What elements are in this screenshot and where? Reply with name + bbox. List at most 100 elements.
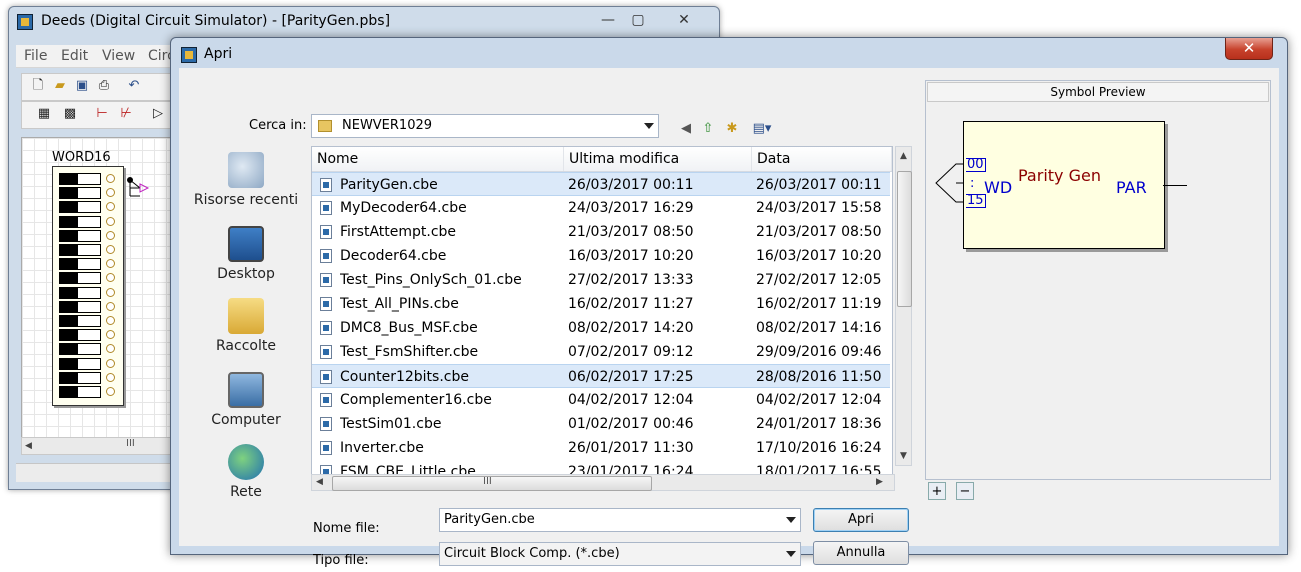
look-in-combo[interactable]: NEWVER1029 [311,114,659,138]
main-close-button[interactable]: ✕ [669,9,699,31]
bit-switch[interactable] [59,258,119,271]
back-icon[interactable]: ◀ [677,120,695,138]
maximize-button[interactable]: ▢ [623,9,653,31]
file-row[interactable]: Test_Pins_OnlySch_01.cbe 27/02/2017 13:33… [312,268,890,292]
up-folder-icon[interactable]: ⇧ [699,120,717,138]
scroll-left-arrow-icon[interactable]: ◀ [316,477,323,487]
bit-toggle[interactable] [59,329,101,342]
bit-switch[interactable] [59,371,119,384]
bit-switch[interactable] [59,329,119,342]
bit-switch[interactable] [59,315,119,327]
menu-edit[interactable]: Edit [61,48,88,64]
bit-toggle[interactable] [59,371,101,384]
file-row[interactable]: Inverter.cbe 26/01/2017 11:30 17/10/2016 1… [312,436,890,460]
wire-icon[interactable]: ⊢ [94,106,110,122]
column-date[interactable]: Data [752,147,892,171]
print-icon[interactable]: ⎙ [96,78,112,94]
bit-toggle[interactable] [59,315,101,327]
bit-toggle[interactable] [59,357,101,370]
main-horizontal-scrollbar[interactable]: ◀ III [21,437,183,455]
place-computer[interactable]: Computer [187,372,305,428]
bit-toggle[interactable] [59,343,101,356]
view-menu-icon[interactable]: ▤▾ [747,120,777,138]
file-list[interactable]: Nome Ultima modifica Data ParityGen.cbe 2… [311,146,893,484]
file-row[interactable]: TestSim01.cbe 01/02/2017 00:46 24/01/2017 … [312,412,890,436]
scroll-up-arrow-icon[interactable]: ▲ [900,151,907,161]
bit-toggle[interactable] [59,272,101,285]
bit-toggle[interactable] [59,300,101,313]
cancel-button[interactable]: Annulla [813,541,909,565]
save-icon[interactable]: ▣ [74,78,90,94]
bit-switch[interactable] [59,357,119,370]
bit-switch[interactable] [59,187,119,200]
filetype-select[interactable]: Circuit Block Comp. (*.cbe) [439,542,801,566]
block-icon[interactable]: ▩ [62,106,78,122]
pin-dots: : [970,176,975,191]
bit-toggle[interactable] [59,286,101,299]
scroll-right-arrow-icon[interactable]: ▶ [876,477,883,487]
undo-icon[interactable]: ↶ [126,78,142,94]
file-row[interactable]: DMC8_Bus_MSF.cbe 08/02/2017 14:20 08/02/20… [312,316,890,340]
bit-switch[interactable] [59,201,119,214]
bit-toggle[interactable] [59,386,101,398]
open-folder-icon[interactable]: ▰ [52,78,68,94]
bit-switch[interactable] [59,173,119,185]
bit-switch[interactable] [59,244,119,256]
file-row[interactable]: MyDecoder64.cbe 24/03/2017 16:29 24/03/201… [312,196,890,220]
file-row[interactable]: FirstAttempt.cbe 21/03/2017 08:50 21/03/20… [312,220,890,244]
column-name[interactable]: Nome [312,147,564,171]
file-list-vertical-scrollbar[interactable]: ▲ ▼ [895,146,912,466]
file-list-horizontal-scrollbar[interactable]: ◀ III ▶ [311,474,895,491]
place-desktop[interactable]: Desktop [187,226,305,282]
open-button[interactable]: Apri [813,508,909,532]
horizontal-scroll-thumb[interactable]: III [332,476,652,491]
minimize-button[interactable]: — [593,9,623,31]
menu-view[interactable]: View [102,48,135,64]
new-file-icon[interactable]: 🗋 [30,78,46,94]
bit-switch[interactable] [59,215,119,228]
gate-icon[interactable]: ▷ [150,106,166,122]
dialog-titlebar[interactable]: Apri ✕ [171,38,1287,68]
file-date: 26/03/2017 00:11 [756,177,882,193]
file-row[interactable]: Test_All_PINs.cbe 16/02/2017 11:27 16/02/2… [312,292,890,316]
place-network[interactable]: Rete [187,444,305,500]
bit-toggle[interactable] [59,187,101,200]
bit-pin-icon [106,358,115,368]
delete-wire-icon[interactable]: ⊬ [118,106,134,122]
bit-toggle[interactable] [59,258,101,271]
vertical-scroll-thumb[interactable] [897,171,912,307]
scroll-down-arrow-icon[interactable]: ▼ [900,451,907,461]
component-icon[interactable]: ▦ [36,106,52,122]
bit-toggle[interactable] [59,215,101,228]
file-row[interactable]: Test_FsmShifter.cbe 07/02/2017 09:12 29/09… [312,340,890,364]
bit-switch[interactable] [59,286,119,299]
bit-toggle[interactable] [59,201,101,214]
file-row[interactable]: Decoder64.cbe 16/03/2017 10:20 16/03/2017 … [312,244,890,268]
bit-toggle[interactable] [59,229,101,242]
bit-switch[interactable] [59,229,119,242]
bit-toggle[interactable] [59,173,101,185]
zoom-out-icon[interactable]: − [956,482,974,500]
file-row[interactable]: Complementer16.cbe 04/02/2017 12:04 04/02/… [312,388,890,412]
word16-component[interactable] [52,166,124,406]
place-libraries[interactable]: Raccolte [187,298,305,354]
bit-switch[interactable] [59,272,119,285]
bit-switch[interactable] [59,386,119,398]
menu-file[interactable]: File [24,48,47,64]
file-row[interactable]: ParityGen.cbe 26/03/2017 00:11 26/03/2017 … [312,172,890,196]
bit-switch[interactable] [59,300,119,313]
bit-switch[interactable] [59,343,119,356]
new-folder-icon[interactable]: ✱ [723,120,741,138]
column-modified[interactable]: Ultima modifica [564,147,752,171]
main-window-titlebar[interactable]: Deeds (Digital Circuit Simulator) - [Par… [9,7,719,37]
file-row[interactable]: Counter12bits.cbe 06/02/2017 17:25 28/08/2… [312,364,890,388]
place-recent[interactable]: Risorse recenti [187,152,305,208]
schematic-canvas[interactable]: WORD16 [21,137,183,439]
bit-pin-icon [106,174,115,183]
scroll-left-arrow-icon[interactable]: ◀ [25,441,32,451]
zoom-in-icon[interactable]: + [928,482,946,500]
dialog-close-button[interactable]: ✕ [1225,38,1273,60]
bit-pin-icon [106,344,115,354]
bit-toggle[interactable] [59,244,101,256]
filename-input[interactable]: ParityGen.cbe [439,508,801,532]
